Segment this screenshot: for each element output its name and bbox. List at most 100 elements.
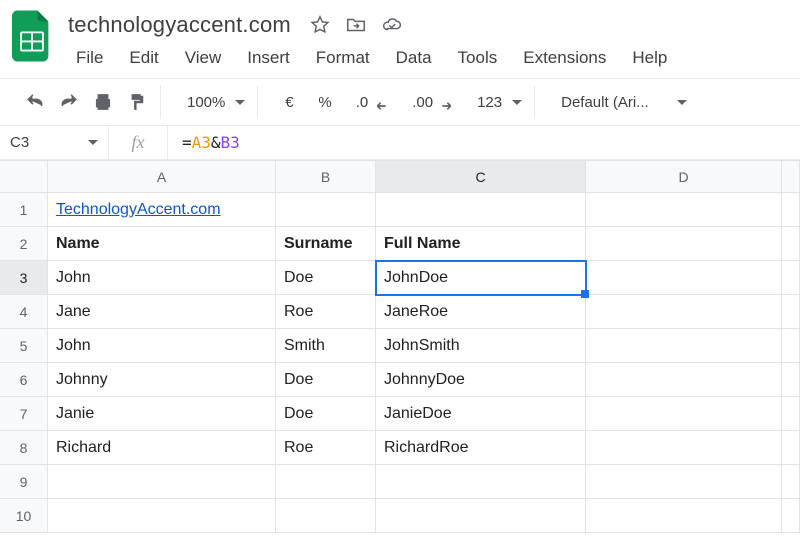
menu-view[interactable]: View xyxy=(175,44,232,72)
cell-a2[interactable]: Name xyxy=(48,227,276,261)
menu-insert[interactable]: Insert xyxy=(237,44,300,72)
cell-a5[interactable]: John xyxy=(48,329,276,363)
font-dropdown[interactable]: Default (Ari... xyxy=(551,87,691,117)
number-format-dropdown[interactable]: 123 xyxy=(467,87,526,117)
cell-c2[interactable]: Full Name xyxy=(376,227,586,261)
cell-e10[interactable] xyxy=(782,499,800,533)
row-header-3[interactable]: 3 xyxy=(0,261,48,295)
cell-a9[interactable] xyxy=(48,465,276,499)
col-header-d[interactable]: D xyxy=(586,161,782,193)
cell-e7[interactable] xyxy=(782,397,800,431)
format-percent-button[interactable]: % xyxy=(308,87,341,117)
cell-c4[interactable]: JaneRoe xyxy=(376,295,586,329)
select-all-corner[interactable] xyxy=(0,161,48,193)
cell-d10[interactable] xyxy=(586,499,782,533)
cell-d2[interactable] xyxy=(586,227,782,261)
cell-b4[interactable]: Roe xyxy=(276,295,376,329)
menu-data[interactable]: Data xyxy=(386,44,442,72)
document-title[interactable]: technologyaccent.com xyxy=(64,10,295,40)
cell-d1[interactable] xyxy=(586,193,782,227)
menu-file[interactable]: File xyxy=(66,44,113,72)
cell-e4[interactable] xyxy=(782,295,800,329)
redo-icon[interactable] xyxy=(54,87,84,117)
cell-b5[interactable]: Smith xyxy=(276,329,376,363)
cell-c8[interactable]: RichardRoe xyxy=(376,431,586,465)
cell-e6[interactable] xyxy=(782,363,800,397)
cell-e5[interactable] xyxy=(782,329,800,363)
cell-d3[interactable] xyxy=(586,261,782,295)
chevron-down-icon xyxy=(88,140,98,145)
chevron-down-icon xyxy=(512,100,522,105)
cell-e2[interactable] xyxy=(782,227,800,261)
zoom-label: 100% xyxy=(181,94,231,111)
col-header-b[interactable]: B xyxy=(276,161,376,193)
cell-d7[interactable] xyxy=(586,397,782,431)
cell-b6[interactable]: Doe xyxy=(276,363,376,397)
cell-e8[interactable] xyxy=(782,431,800,465)
undo-icon[interactable] xyxy=(20,87,50,117)
col-header-c[interactable]: C xyxy=(376,161,586,193)
star-icon[interactable] xyxy=(309,14,331,36)
cell-c3[interactable]: JohnDoe xyxy=(376,261,586,295)
cell-e1[interactable] xyxy=(782,193,800,227)
cell-b7[interactable]: Doe xyxy=(276,397,376,431)
cell-b8[interactable]: Roe xyxy=(276,431,376,465)
cell-c5[interactable]: JohnSmith xyxy=(376,329,586,363)
name-box[interactable]: C3 xyxy=(0,126,108,159)
cell-a7[interactable]: Janie xyxy=(48,397,276,431)
cell-a4[interactable]: Jane xyxy=(48,295,276,329)
cell-c6[interactable]: JohnnyDoe xyxy=(376,363,586,397)
menu-format[interactable]: Format xyxy=(306,44,380,72)
paint-format-icon[interactable] xyxy=(122,87,152,117)
cell-e9[interactable] xyxy=(782,465,800,499)
menu-tools[interactable]: Tools xyxy=(448,44,508,72)
cell-a8[interactable]: Richard xyxy=(48,431,276,465)
row-header-5[interactable]: 5 xyxy=(0,329,48,363)
row-header-9[interactable]: 9 xyxy=(0,465,48,499)
col-header-e[interactable] xyxy=(782,161,800,193)
cell-d6[interactable] xyxy=(586,363,782,397)
row-header-8[interactable]: 8 xyxy=(0,431,48,465)
cell-a1[interactable]: TechnologyAccent.com xyxy=(48,193,276,227)
zoom-dropdown[interactable]: 100% xyxy=(177,87,249,117)
menu-edit[interactable]: Edit xyxy=(119,44,168,72)
cell-a10[interactable] xyxy=(48,499,276,533)
row-header-4[interactable]: 4 xyxy=(0,295,48,329)
cell-b3[interactable]: Doe xyxy=(276,261,376,295)
cell-a3[interactable]: John xyxy=(48,261,276,295)
cell-c1[interactable] xyxy=(376,193,586,227)
cell-c7[interactable]: JanieDoe xyxy=(376,397,586,431)
cell-d9[interactable] xyxy=(586,465,782,499)
cell-d8[interactable] xyxy=(586,431,782,465)
row-header-6[interactable]: 6 xyxy=(0,363,48,397)
row-header-1[interactable]: 1 xyxy=(0,193,48,227)
increase-decimal-button[interactable]: .00 xyxy=(402,87,463,117)
format-currency-button[interactable]: € xyxy=(274,87,304,117)
toolbar: 100% € % .0 .00 123 Default (Ari... xyxy=(0,78,800,126)
cell-d5[interactable] xyxy=(586,329,782,363)
header: technologyaccent.com File Edit View Inse… xyxy=(0,0,800,78)
row-header-7[interactable]: 7 xyxy=(0,397,48,431)
move-to-folder-icon[interactable] xyxy=(345,14,367,36)
menu-extensions[interactable]: Extensions xyxy=(513,44,616,72)
row-header-2[interactable]: 2 xyxy=(0,227,48,261)
sheets-logo-icon[interactable] xyxy=(10,8,54,64)
cloud-status-icon[interactable] xyxy=(381,14,403,36)
cell-c10[interactable] xyxy=(376,499,586,533)
row-header-10[interactable]: 10 xyxy=(0,499,48,533)
formula-bar: C3 fx =A3&B3 xyxy=(0,126,800,160)
cell-b1[interactable] xyxy=(276,193,376,227)
cell-a6[interactable]: Johnny xyxy=(48,363,276,397)
cell-c9[interactable] xyxy=(376,465,586,499)
cell-b9[interactable] xyxy=(276,465,376,499)
formula-input[interactable]: =A3&B3 xyxy=(168,133,254,152)
print-icon[interactable] xyxy=(88,87,118,117)
spreadsheet-grid[interactable]: A B C D 1 TechnologyAccent.com 2 Name Su… xyxy=(0,160,800,533)
decrease-decimal-button[interactable]: .0 xyxy=(346,87,399,117)
cell-b10[interactable] xyxy=(276,499,376,533)
cell-d4[interactable] xyxy=(586,295,782,329)
col-header-a[interactable]: A xyxy=(48,161,276,193)
menu-help[interactable]: Help xyxy=(622,44,677,72)
cell-b2[interactable]: Surname xyxy=(276,227,376,261)
cell-e3[interactable] xyxy=(782,261,800,295)
